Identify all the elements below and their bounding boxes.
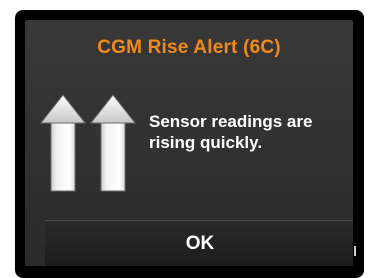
alert-message-line-1: Sensor readings are	[149, 112, 313, 131]
alert-message: Sensor readings are rising quickly.	[149, 111, 349, 153]
ok-button[interactable]: OK	[45, 220, 353, 266]
alert-screen: CGM Rise Alert (6C) Sensor readings are …	[25, 20, 353, 266]
ok-button-label: OK	[185, 232, 215, 254]
double-up-arrow-icon	[39, 94, 137, 192]
alert-message-line-2: rising quickly.	[149, 133, 263, 152]
up-arrow-right-icon	[89, 94, 137, 192]
up-arrow-left-icon	[39, 94, 87, 192]
alert-title: CGM Rise Alert (6C)	[97, 37, 281, 58]
frame-edge-highlight	[354, 246, 356, 256]
